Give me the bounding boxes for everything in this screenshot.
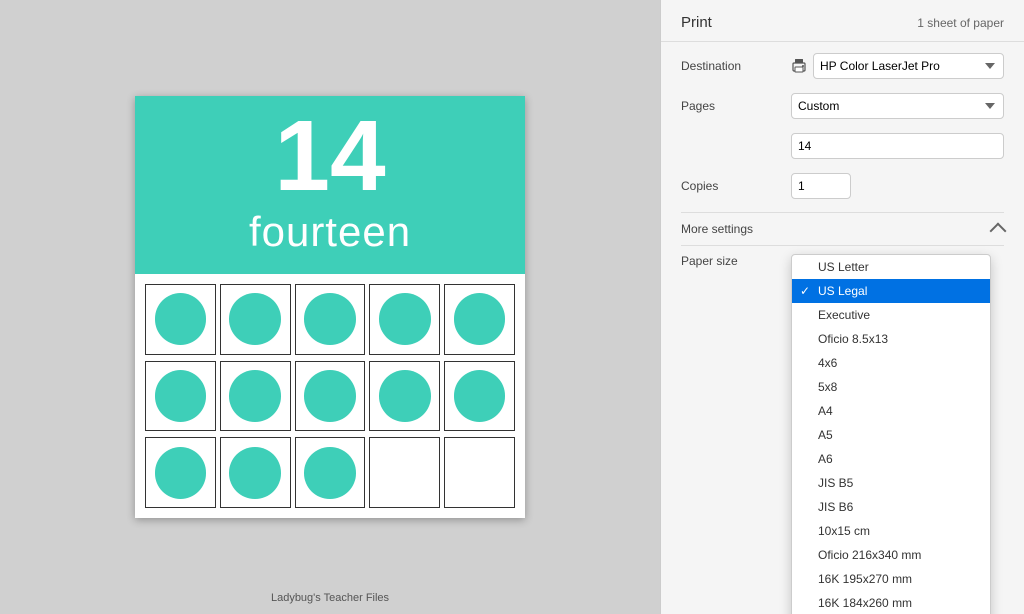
dropdown-item-oficio-216x340[interactable]: Oficio 216x340 mm (792, 543, 990, 567)
dot-cell (295, 437, 366, 508)
dots-section (135, 274, 525, 518)
number-display: 14 (274, 106, 385, 206)
dropdown-item-10x15cm[interactable]: 10x15 cm (792, 519, 990, 543)
destination-control: HP Color LaserJet Pro (791, 53, 1004, 79)
dot-cell (220, 361, 291, 432)
paper-size-row: Paper size US Letter US Legal Executive … (681, 254, 1004, 268)
dropdown-item-oficio-85x13[interactable]: Oficio 8.5x13 (792, 327, 990, 351)
dot-cell (145, 437, 216, 508)
dropdown-item-5x8[interactable]: 5x8 (792, 375, 990, 399)
dot-cell (369, 437, 440, 508)
dot (229, 293, 281, 345)
settings-title: Print (681, 14, 712, 31)
dot (379, 293, 431, 345)
dot-cell (145, 284, 216, 355)
more-settings-toggle[interactable]: More settings (681, 212, 1004, 246)
dropdown-item-16k-184x260[interactable]: 16K 184x260 mm (792, 591, 990, 614)
pages-custom-row (681, 132, 1004, 160)
dropdown-item-16k-195x270[interactable]: 16K 195x270 mm (792, 567, 990, 591)
preview-panel: 14 fourteen (0, 0, 660, 614)
pages-select[interactable]: Custom (791, 93, 1004, 119)
settings-panel: Print 1 sheet of paper Destination HP Co… (660, 0, 1024, 614)
page-caption: Ladybug's Teacher Files (271, 592, 389, 604)
dot (304, 370, 356, 422)
dropdown-item-us-legal[interactable]: US Legal (792, 279, 990, 303)
printer-icon (791, 58, 807, 74)
word-display: fourteen (249, 208, 411, 256)
dropdown-item-4x6[interactable]: 4x6 (792, 351, 990, 375)
dropdown-item-us-letter[interactable]: US Letter (792, 255, 990, 279)
dropdown-item-jis-b6[interactable]: JIS B6 (792, 495, 990, 519)
dot-cell (220, 437, 291, 508)
dot (155, 293, 207, 345)
dropdown-item-a6[interactable]: A6 (792, 447, 990, 471)
page-preview: 14 fourteen (135, 96, 525, 518)
dot-cell (444, 437, 515, 508)
dot (379, 370, 431, 422)
pages-custom-input[interactable] (791, 133, 1004, 159)
pages-control: Custom (791, 93, 1004, 119)
chevron-up-icon (990, 223, 1007, 240)
page-top: 14 fourteen (135, 96, 525, 274)
printer-svg (791, 58, 807, 74)
settings-header: Print 1 sheet of paper (661, 0, 1024, 42)
destination-select[interactable]: HP Color LaserJet Pro (813, 53, 1004, 79)
dot (304, 447, 356, 499)
dot-cell (369, 284, 440, 355)
dots-row-1 (145, 284, 515, 355)
paper-size-dropdown[interactable]: US Letter US Legal Executive Oficio 8.5x… (791, 254, 991, 614)
copies-control (791, 173, 1004, 199)
pages-row: Pages Custom (681, 92, 1004, 120)
paper-size-label: Paper size (681, 254, 791, 268)
dot (454, 370, 506, 422)
dropdown-item-a4[interactable]: A4 (792, 399, 990, 423)
destination-label: Destination (681, 59, 791, 73)
dots-row-2 (145, 361, 515, 432)
pages-label: Pages (681, 99, 791, 113)
dots-row-3 (145, 437, 515, 508)
copies-label: Copies (681, 179, 791, 193)
dot-cell (295, 361, 366, 432)
dropdown-item-a5[interactable]: A5 (792, 423, 990, 447)
dot (155, 447, 207, 499)
dot (229, 447, 281, 499)
dot-cell (369, 361, 440, 432)
settings-body: Destination HP Color LaserJet Pro Pages … (661, 42, 1024, 614)
dot (155, 370, 207, 422)
dot (454, 293, 506, 345)
copies-input[interactable] (791, 173, 851, 199)
more-settings-label: More settings (681, 222, 753, 236)
dot-cell (145, 361, 216, 432)
dot-cell (295, 284, 366, 355)
dot-cell (444, 284, 515, 355)
dot (304, 293, 356, 345)
dropdown-item-jis-b5[interactable]: JIS B5 (792, 471, 990, 495)
dropdown-item-executive[interactable]: Executive (792, 303, 990, 327)
dot-cell (444, 361, 515, 432)
destination-row: Destination HP Color LaserJet Pro (681, 52, 1004, 80)
dot (229, 370, 281, 422)
dot-cell (220, 284, 291, 355)
sheets-info: 1 sheet of paper (917, 16, 1004, 30)
copies-row: Copies (681, 172, 1004, 200)
pages-custom-control (791, 133, 1004, 159)
